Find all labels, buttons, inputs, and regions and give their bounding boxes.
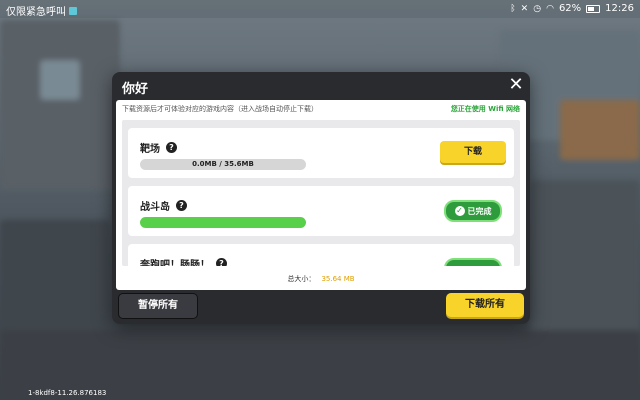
- help-icon[interactable]: ?: [216, 258, 227, 266]
- help-icon[interactable]: ?: [176, 200, 187, 211]
- progress-fill: [140, 217, 306, 228]
- notification-icon: [69, 6, 77, 15]
- resource-name: 靶场 ?: [140, 140, 177, 155]
- progress-text: 0.0MB / 35.6MB: [192, 160, 254, 168]
- dialog-title: 你好: [122, 82, 149, 97]
- resource-item-run-sausage: 奔跑吧！肠肠！ ?: [128, 244, 514, 266]
- total-label: 总大小：: [287, 275, 316, 283]
- version-label: 1-8kdf8-11.26.876183: [28, 389, 107, 397]
- resource-item-battle-island: 战斗岛 ? ✓ 已完成: [128, 186, 514, 236]
- download-button[interactable]: 下载: [440, 141, 506, 163]
- dialog-body: 下载资源后才可体验对应的游戏内容（进入战场自动停止下载） 您正在使用 Wifi …: [116, 100, 526, 290]
- download-notice: 下载资源后才可体验对应的游戏内容（进入战场自动停止下载）: [122, 105, 318, 113]
- total-size: 35.64 MB: [321, 275, 355, 283]
- help-icon[interactable]: ?: [166, 142, 177, 153]
- battery-icon: [586, 4, 601, 13]
- status-text: 仅限紧急呼叫: [6, 7, 66, 18]
- download-all-button[interactable]: 下载所有: [446, 293, 524, 317]
- download-progress: [140, 217, 306, 228]
- resource-list[interactable]: 靶场 ? 0.0MB / 35.6MB 下载 战斗岛 ? ✓ 已完成 奔跑吧！肠…: [122, 120, 520, 266]
- download-progress: 0.0MB / 35.6MB: [140, 159, 306, 170]
- battery-percent: 62%: [558, 3, 582, 14]
- status-bar: 仅限紧急呼叫 ᛒ ✕ ◷ ◠ 62% 12:26: [0, 0, 640, 18]
- clock: 12:26: [605, 3, 634, 14]
- resource-name: 战斗岛 ?: [140, 198, 187, 213]
- bluetooth-icon: ᛒ: [510, 3, 516, 14]
- total-size-row: 总大小： 35.64 MB: [116, 274, 526, 284]
- alarm-icon: ◷: [533, 3, 542, 14]
- resource-item-shooting-range: 靶场 ? 0.0MB / 35.6MB 下载: [128, 128, 514, 178]
- mute-icon: ✕: [520, 3, 529, 14]
- wifi-icon: ◠: [546, 3, 554, 14]
- download-dialog: 你好 ✕ 下载资源后才可体验对应的游戏内容（进入战场自动停止下载） 您正在使用 …: [112, 72, 530, 324]
- completed-badge: [444, 258, 502, 266]
- completed-badge: ✓ 已完成: [444, 200, 502, 222]
- wifi-note: 您正在使用 Wifi 网络: [450, 105, 520, 113]
- pause-all-button[interactable]: 暂停所有: [118, 293, 198, 319]
- check-icon: ✓: [454, 206, 465, 216]
- resource-name: 奔跑吧！肠肠！ ?: [140, 256, 227, 266]
- close-icon[interactable]: ✕: [507, 76, 525, 94]
